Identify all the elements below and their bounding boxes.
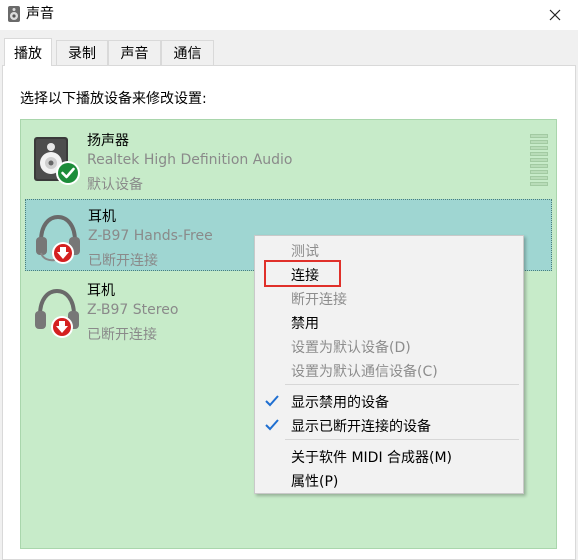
menu-item-label: 设置为默认设备(D): [291, 340, 411, 356]
menu-item-label: 显示禁用的设备: [291, 395, 389, 411]
highlight-box: [264, 260, 341, 287]
menu-separator: [285, 439, 519, 440]
volume-level-meter: [530, 134, 548, 186]
speaker-device-icon: [34, 137, 80, 185]
tab-label: 录制: [68, 46, 96, 62]
device-description: Z-B97 Hands-Free: [88, 228, 213, 244]
title-bar: 声音: [0, 0, 578, 30]
menu-item-label: 关于软件 MIDI 合成器(M): [291, 450, 453, 466]
checkmark-icon: [265, 419, 279, 431]
tab-playback[interactable]: 播放: [4, 38, 52, 66]
menu-item-label: 属性(P): [291, 474, 339, 490]
green-check-icon: [56, 161, 80, 185]
menu-item-label: 断开连接: [291, 292, 347, 308]
red-down-arrow-icon: [51, 316, 73, 338]
menu-item-disconnect[interactable]: 断开连接: [255, 286, 523, 310]
menu-item-properties[interactable]: 属性(P): [255, 468, 523, 492]
menu-item-test[interactable]: 测试: [255, 238, 523, 262]
menu-item-label: 显示已断开连接的设备: [291, 419, 431, 435]
tab-label: 通信: [173, 46, 202, 62]
context-menu: 测试 连接 断开连接 禁用 设置为默认设备(D) 设置为默认通信设备(C) 显示…: [254, 235, 524, 494]
device-status: 已断开连接: [88, 253, 158, 269]
tab-label: 声音: [120, 46, 149, 62]
menu-item-show-disabled[interactable]: 显示禁用的设备: [255, 389, 523, 413]
menu-item-set-default[interactable]: 设置为默认设备(D): [255, 334, 523, 358]
headset-icon: [36, 214, 80, 264]
checkmark-icon: [265, 395, 279, 407]
menu-item-label: 测试: [291, 244, 319, 260]
tab-label: 播放: [14, 45, 42, 62]
device-name: 耳机: [88, 209, 116, 225]
device-item-speakers[interactable]: 扬声器 Realtek High Definition Audio 默认设备: [25, 124, 552, 196]
menu-item-about-midi[interactable]: 关于软件 MIDI 合成器(M): [255, 444, 523, 468]
instruction-text: 选择以下播放设备来修改设置:: [20, 91, 207, 107]
tab-recording[interactable]: 录制: [56, 40, 108, 65]
menu-item-show-disconnected[interactable]: 显示已断开连接的设备: [255, 413, 523, 437]
menu-separator: [285, 384, 519, 385]
device-status: 已断开连接: [87, 327, 157, 343]
speaker-icon: [8, 6, 20, 22]
tab-sounds[interactable]: 声音: [108, 40, 161, 65]
red-down-arrow-icon: [52, 242, 74, 264]
device-status: 默认设备: [87, 177, 143, 193]
menu-item-disable[interactable]: 禁用: [255, 310, 523, 334]
menu-item-label: 禁用: [291, 316, 319, 332]
device-description: Z-B97 Stereo: [87, 302, 179, 318]
window-title: 声音: [26, 6, 54, 22]
menu-item-label: 设置为默认通信设备(C): [291, 364, 438, 380]
device-name: 扬声器: [87, 133, 129, 149]
device-name: 耳机: [87, 283, 115, 299]
close-icon: [549, 9, 561, 21]
device-description: Realtek High Definition Audio: [87, 152, 293, 168]
close-button[interactable]: [532, 0, 578, 30]
menu-item-set-default-comm[interactable]: 设置为默认通信设备(C): [255, 358, 523, 382]
headset-icon: [35, 288, 79, 338]
tab-communications[interactable]: 通信: [161, 40, 214, 65]
